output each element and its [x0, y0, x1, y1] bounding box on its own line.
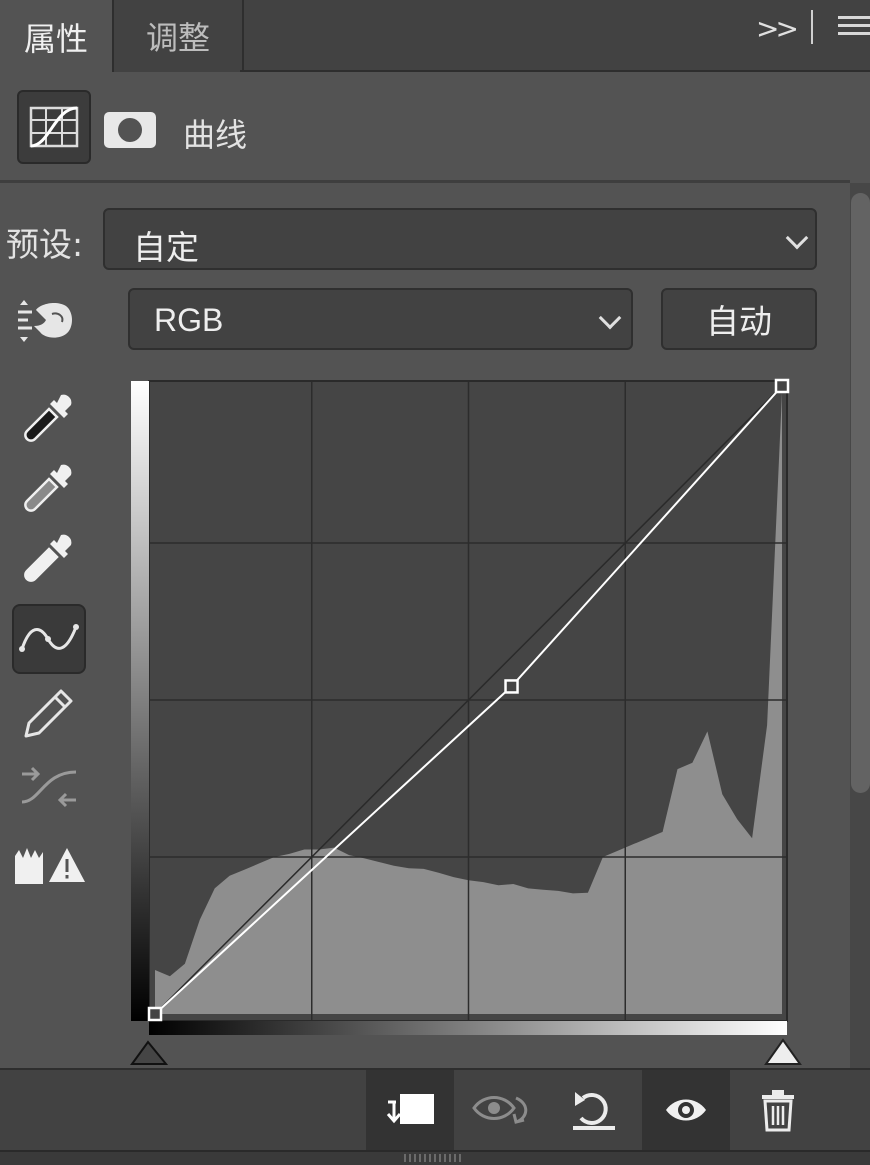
channel-dropdown[interactable]: RGB [128, 288, 633, 350]
clip-to-layer-button[interactable] [366, 1070, 454, 1150]
tab-bar-divider [240, 70, 870, 72]
curves-graph[interactable] [128, 376, 808, 1071]
reset-adjustment-button[interactable] [550, 1070, 638, 1150]
input-gradient-bar [149, 1021, 787, 1035]
eye-icon [666, 1099, 706, 1121]
reset-icon [573, 1092, 615, 1130]
black-point-eyedropper-icon[interactable] [12, 386, 86, 448]
curve-control-point[interactable] [504, 679, 519, 694]
white-point-slider[interactable] [764, 1038, 802, 1065]
clip-to-layer-icon [386, 1094, 434, 1124]
collapse-panel-icon[interactable]: >> [756, 12, 799, 45]
panel-title: 曲线 [183, 116, 248, 154]
pencil-icon[interactable] [12, 682, 86, 744]
preset-label: 预设: [6, 225, 84, 264]
panel-menu-icon[interactable] [838, 16, 870, 40]
tab-properties[interactable]: 属性 [0, 0, 112, 73]
clipping-warning-icon[interactable] [12, 834, 86, 896]
smooth-curve-icon[interactable] [12, 756, 86, 818]
header-separator [0, 180, 850, 183]
output-gradient-bar [131, 381, 149, 1021]
curve-control-point[interactable] [774, 378, 790, 394]
delete-button[interactable] [734, 1070, 822, 1150]
target-adjust-hand-icon[interactable] [16, 298, 76, 344]
curve-control-point[interactable] [147, 1006, 163, 1022]
view-previous-state-button[interactable] [458, 1070, 546, 1150]
auto-button[interactable]: 自动 [661, 288, 817, 350]
scrollbar-thumb[interactable] [851, 193, 870, 793]
preset-dropdown[interactable]: 自定 [103, 208, 817, 270]
eye-previous-icon [472, 1096, 528, 1124]
curves-adjustment-icon[interactable] [17, 90, 91, 164]
preset-value: 自定 [133, 228, 199, 267]
layer-mask-icon[interactable] [104, 112, 156, 148]
tab-bar-separator [811, 10, 813, 44]
white-point-eyedropper-icon[interactable] [12, 526, 86, 588]
chevron-down-icon [785, 226, 809, 250]
tab-adjustments[interactable]: 调整 [112, 0, 244, 72]
trash-icon [762, 1090, 794, 1132]
black-point-slider[interactable] [130, 1040, 169, 1065]
gray-point-eyedropper-icon[interactable] [12, 456, 86, 518]
channel-value: RGB [154, 302, 224, 338]
resize-grip[interactable] [404, 1154, 464, 1162]
chevron-down-icon [598, 306, 622, 330]
edit-points-curve-icon[interactable] [12, 604, 86, 674]
toggle-visibility-button[interactable] [642, 1070, 730, 1150]
